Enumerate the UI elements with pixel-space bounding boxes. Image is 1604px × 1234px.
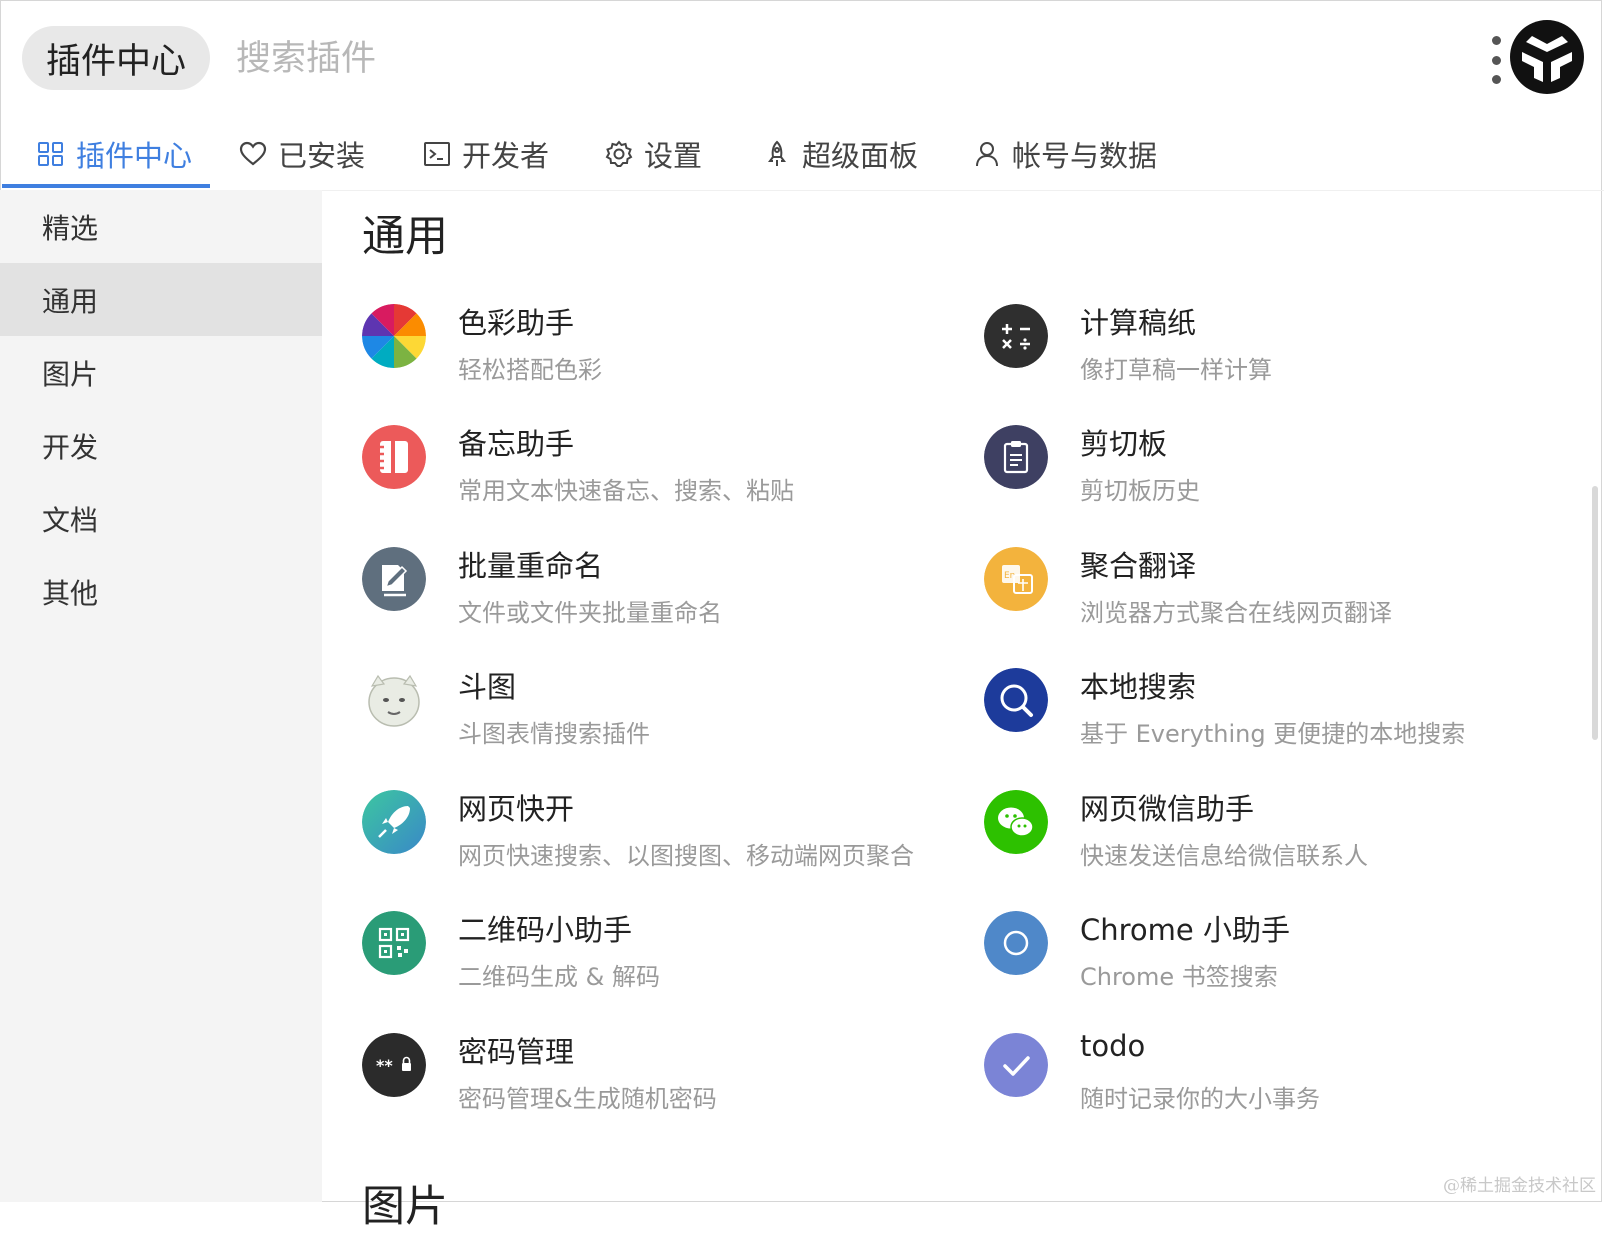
tab-super-panel[interactable]: 超级面板 [762,118,918,190]
plugin-name: 剪切板 [1080,427,1168,461]
tab-label: 已安装 [278,139,366,173]
plugin-card[interactable]: 二维码小助手 二维码生成 & 解码 [362,907,922,1007]
sidebar-item-images[interactable]: 图片 [0,336,322,409]
sidebar-item-other[interactable]: 其他 [0,555,322,628]
plugin-card[interactable]: 剪切板 剪切板历史 [984,421,1544,521]
translate-icon: En [984,547,1048,611]
plugin-name: 聚合翻译 [1080,549,1197,583]
plugin-name: 网页微信助手 [1080,792,1255,826]
plugin-desc: 密码管理&生成随机密码 [458,1085,717,1113]
magnifier-icon [984,668,1048,732]
chrome-icon [984,911,1048,975]
plugin-desc: 常用文本快速备忘、搜索、粘贴 [458,477,794,505]
section-title: 通用 [362,212,448,262]
check-icon [984,1033,1048,1097]
plugin-card[interactable]: 计算稿纸 像打草稿一样计算 [984,300,1544,400]
sidebar-item-documents[interactable]: 文档 [0,482,322,555]
calculator-icon [984,304,1048,368]
plugin-name: 色彩助手 [458,306,575,340]
heart-icon [239,141,267,166]
plugin-name: todo [1080,1029,1146,1063]
svg-text:**: ** [376,1056,393,1075]
plugin-name: 计算稿纸 [1080,306,1197,340]
watermark: @稀土掘金技术社区 [1443,1176,1596,1196]
plugin-desc: 像打草稿一样计算 [1080,356,1272,384]
apps-grid-icon [38,142,63,166]
plugin-card[interactable]: 网页快开 网页快速搜索、以图搜图、移动端网页聚合 [362,786,922,886]
sidebar-item-general[interactable]: 通用 [0,263,322,336]
category-sidebar: 精选 通用 图片 开发 文档 其他 [0,190,322,1202]
plugin-name: 密码管理 [458,1035,575,1069]
plugin-name: 本地搜索 [1080,670,1197,704]
plugin-name: 批量重命名 [458,549,604,583]
gear-icon [605,140,633,167]
tab-label: 设置 [644,139,703,173]
plugin-desc: 网页快速搜索、以图搜图、移动端网页聚合 [458,842,914,870]
clipboard-icon [984,425,1048,489]
plugin-card[interactable]: 色彩助手 轻松搭配色彩 [362,300,922,400]
plugin-name: 二维码小助手 [458,913,633,947]
plugin-desc: 二维码生成 & 解码 [458,963,660,991]
tab-developer[interactable]: 开发者 [422,118,549,190]
plugin-card[interactable]: ** 密码管理 密码管理&生成随机密码 [362,1029,922,1129]
plugin-card[interactable]: 批量重命名 文件或文件夹批量重命名 [362,543,922,643]
plugin-desc: 轻松搭配色彩 [458,356,602,384]
tab-account-data[interactable]: 帐号与数据 [972,118,1157,190]
tab-settings[interactable]: 设置 [604,118,702,190]
app-logo[interactable] [1510,20,1584,94]
rename-icon [362,547,426,611]
plugin-desc: 文件或文件夹批量重命名 [458,599,722,627]
plugin-name: 备忘助手 [458,427,575,461]
plugin-card[interactable]: todo 随时记录你的大小事务 [984,1029,1544,1129]
sidebar-item-development[interactable]: 开发 [0,409,322,482]
active-tab-indicator [2,184,210,188]
tab-label: 帐号与数据 [1012,139,1158,173]
tab-plugin-center[interactable]: 插件中心 [36,118,192,190]
main-tabs: 插件中心 已安装 开发者 设置 超级面板 帐号与数据 [0,118,1604,191]
wechat-icon [984,790,1048,854]
plugin-card[interactable]: 斗图 斗图表情搜索插件 [362,664,922,764]
rocket-launch-icon [362,790,426,854]
password-icon: ** [362,1033,426,1097]
top-bar: 插件中心 [0,0,1604,115]
plugin-desc: Chrome 书签搜索 [1080,963,1278,991]
next-section-title: 图片 [362,1182,448,1232]
meme-face-icon [362,668,426,732]
plugin-card[interactable]: 备忘助手 常用文本快速备忘、搜索、粘贴 [362,421,922,521]
sidebar-item-featured[interactable]: 精选 [0,190,322,263]
more-menu-icon[interactable] [1488,36,1504,84]
plugin-desc: 剪切板历史 [1080,477,1200,505]
qrcode-icon [362,911,426,975]
terminal-icon [424,142,450,166]
plugin-desc: 浏览器方式聚合在线网页翻译 [1080,599,1392,627]
plugin-card[interactable]: 网页微信助手 快速发送信息给微信联系人 [984,786,1544,886]
color-wheel-icon [362,304,426,368]
user-icon [976,142,998,167]
plugin-card[interactable]: 本地搜索 基于 Everything 更便捷的本地搜索 [984,664,1544,764]
plugin-name: 网页快开 [458,792,575,826]
scrollbar-thumb[interactable] [1592,486,1598,740]
plugin-desc: 随时记录你的大小事务 [1080,1085,1320,1113]
plugin-name: Chrome 小助手 [1080,913,1290,947]
plugin-card[interactable]: Chrome 小助手 Chrome 书签搜索 [984,907,1544,1007]
tab-installed[interactable]: 已安装 [238,118,365,190]
rocket-icon [768,140,786,166]
search-input[interactable] [236,32,936,86]
notebook-icon [362,425,426,489]
tab-label: 超级面板 [802,139,919,173]
tab-label: 插件中心 [76,139,193,173]
plugin-name: 斗图 [458,670,517,704]
plugin-center-pill[interactable]: 插件中心 [22,26,211,90]
plugin-desc: 快速发送信息给微信联系人 [1080,842,1368,870]
plugin-desc: 基于 Everything 更便捷的本地搜索 [1080,720,1466,748]
plugin-card[interactable]: En 聚合翻译 浏览器方式聚合在线网页翻译 [984,543,1544,643]
plugin-desc: 斗图表情搜索插件 [458,720,650,748]
tab-label: 开发者 [462,139,550,173]
